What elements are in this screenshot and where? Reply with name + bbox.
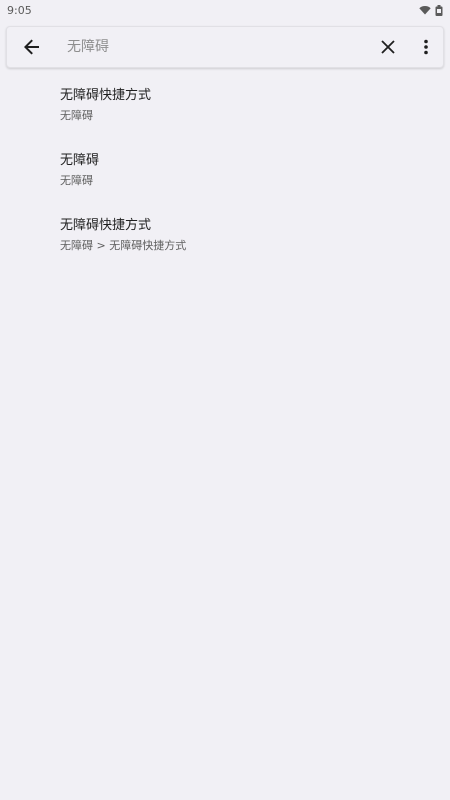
search-result-item[interactable]: 无障碍快捷方式 无障碍	[0, 80, 450, 131]
search-input[interactable]	[67, 35, 357, 59]
more-options-button[interactable]	[415, 36, 437, 58]
result-title: 无障碍快捷方式	[60, 218, 152, 233]
result-summary: 无障碍 > 无障碍快捷方式	[60, 239, 187, 252]
back-button[interactable]	[21, 36, 43, 58]
search-result-item[interactable]: 无障碍 无障碍	[0, 145, 450, 196]
search-bar	[6, 26, 444, 68]
result-title: 无障碍	[60, 153, 100, 168]
close-icon	[381, 40, 395, 54]
status-time: 9:05	[7, 3, 32, 17]
battery-icon	[435, 4, 443, 16]
clear-search-button[interactable]	[377, 36, 399, 58]
status-bar: 9:05	[0, 0, 450, 20]
more-vert-icon	[424, 39, 428, 55]
search-results-list: 无障碍快捷方式 无障碍 无障碍 无障碍 无障碍快捷方式 无障碍 > 无障碍快捷方…	[0, 80, 450, 275]
result-summary: 无障碍	[60, 174, 93, 187]
wifi-icon	[419, 6, 431, 15]
search-result-item[interactable]: 无障碍快捷方式 无障碍 > 无障碍快捷方式	[0, 210, 450, 261]
result-title: 无障碍快捷方式	[60, 88, 152, 103]
result-summary: 无障碍	[60, 109, 93, 122]
status-icons	[419, 4, 443, 16]
arrow-back-icon	[24, 39, 39, 55]
